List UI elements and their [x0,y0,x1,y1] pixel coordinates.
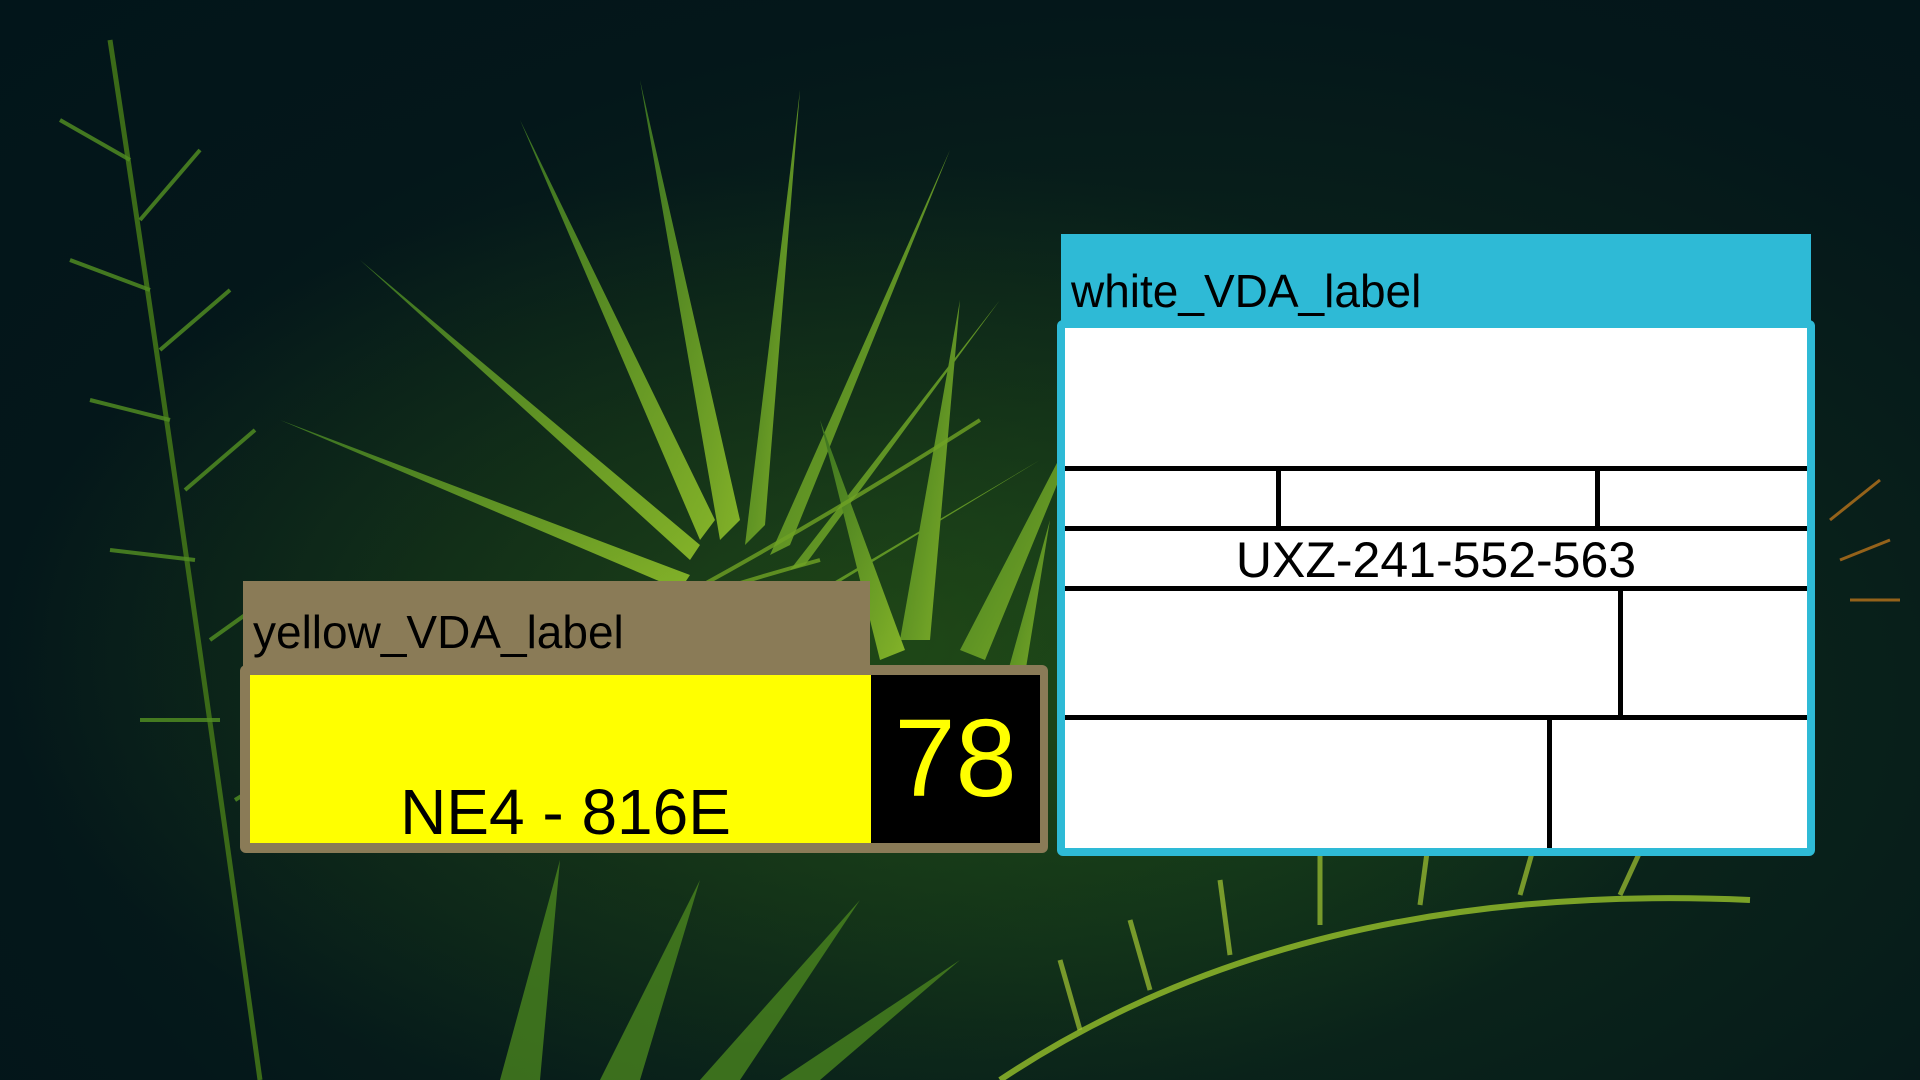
white-label-code: UXZ-241-552-563 [1235,532,1637,588]
grid-line [1595,466,1600,528]
yellow-label-plate: NE4 - 816E [250,675,871,848]
yellow-label-number-box: 78 [871,675,1040,843]
grid-line [1547,715,1552,848]
grid-line [1618,586,1623,718]
grid-line [1276,466,1281,528]
yellow-label-plate-text: NE4 - 816E [400,776,731,848]
yellow-label[interactable]: NE4 - 816E 78 [240,665,1048,853]
desktop-background: yellow_VDA_label NE4 - 816E 78 white_VDA… [0,0,1920,1080]
grid-line [1065,715,1807,720]
white-label-title-bar[interactable]: white_VDA_label [1061,234,1811,326]
white-label-body: UXZ-241-552-563 [1065,328,1807,848]
yellow-label-title-bar[interactable]: yellow_VDA_label [243,581,870,667]
white-label-title: white_VDA_label [1071,265,1422,317]
grid-line [1065,466,1807,471]
yellow-label-number: 78 [894,697,1017,820]
white-label[interactable]: UXZ-241-552-563 [1057,320,1815,856]
yellow-label-title: yellow_VDA_label [253,606,624,658]
